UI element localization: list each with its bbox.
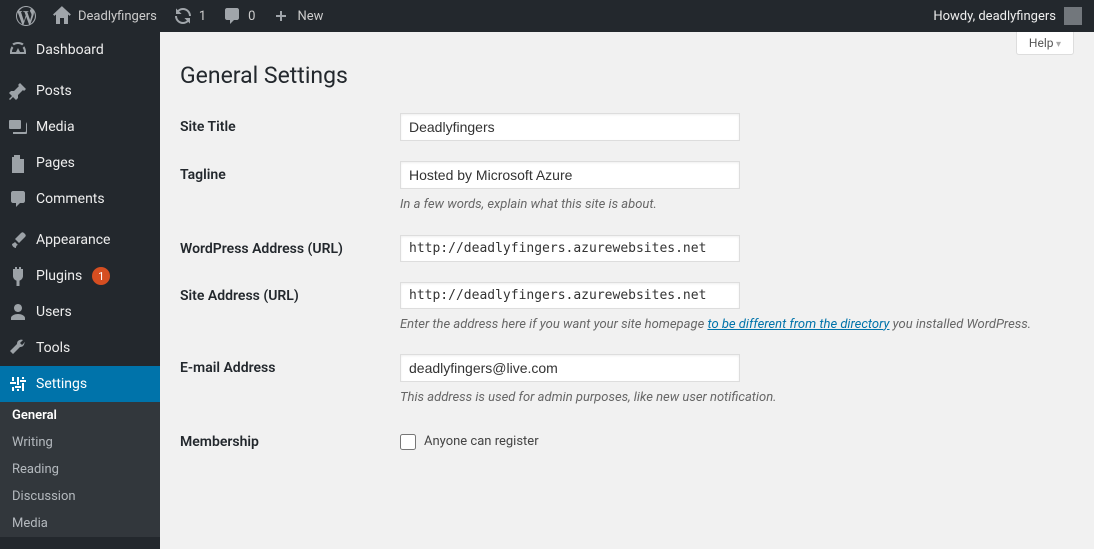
home-icon <box>52 6 72 26</box>
wp-logo[interactable] <box>8 0 44 32</box>
plus-icon <box>271 6 291 26</box>
sidebar-item-dashboard[interactable]: Dashboard <box>0 32 160 68</box>
new-content-link[interactable]: New <box>263 0 331 32</box>
sidebar-item-comments[interactable]: Comments <box>0 181 160 217</box>
submenu-writing[interactable]: Writing <box>0 429 160 456</box>
sliders-icon <box>8 374 28 394</box>
checkbox-label-register: Anyone can register <box>424 434 539 449</box>
input-site-url[interactable] <box>400 282 740 309</box>
sidebar-item-media[interactable]: Media <box>0 109 160 145</box>
site-name: Deadlyfingers <box>78 9 157 24</box>
submenu-media[interactable]: Media <box>0 510 160 537</box>
input-tagline[interactable] <box>400 161 740 189</box>
comments-link[interactable]: 0 <box>214 0 263 32</box>
wrench-icon <box>8 338 28 358</box>
sidebar-item-posts[interactable]: Posts <box>0 73 160 109</box>
settings-submenu: General Writing Reading Discussion Media <box>0 402 160 537</box>
label-email: E-mail Address <box>180 354 400 376</box>
sidebar-item-users[interactable]: Users <box>0 294 160 330</box>
comments-count: 0 <box>248 9 255 24</box>
updates-link[interactable]: 1 <box>165 0 214 32</box>
sidebar-item-settings[interactable]: Settings <box>0 366 160 402</box>
label-tagline: Tagline <box>180 161 400 183</box>
site-home-link[interactable]: Deadlyfingers <box>44 0 165 32</box>
label-site-title: Site Title <box>180 113 400 135</box>
admin-bar: Deadlyfingers 1 0 New Howdy, deadlyfinge… <box>0 0 1094 32</box>
pin-icon <box>8 81 28 101</box>
new-label: New <box>297 9 323 24</box>
help-tab[interactable]: Help <box>1016 32 1074 55</box>
refresh-icon <box>173 6 193 26</box>
submenu-reading[interactable]: Reading <box>0 456 160 483</box>
brush-icon <box>8 230 28 250</box>
plugin-icon <box>8 266 28 286</box>
input-wp-url[interactable] <box>400 235 740 262</box>
comment-icon <box>8 189 28 209</box>
avatar[interactable] <box>1064 7 1082 25</box>
label-membership: Membership <box>180 428 400 450</box>
updates-count: 1 <box>199 9 206 24</box>
sidebar-item-pages[interactable]: Pages <box>0 145 160 181</box>
link-diff-directory[interactable]: to be different from the directory <box>707 317 889 332</box>
sidebar-item-appearance[interactable]: Appearance <box>0 222 160 258</box>
submenu-discussion[interactable]: Discussion <box>0 483 160 510</box>
input-site-title[interactable] <box>400 113 740 141</box>
page-title: General Settings <box>180 62 1074 89</box>
checkbox-anyone-register[interactable] <box>400 434 416 450</box>
comment-icon <box>222 6 242 26</box>
user-icon <box>8 302 28 322</box>
plugins-update-badge: 1 <box>92 267 110 285</box>
media-icon <box>8 117 28 137</box>
howdy-text[interactable]: Howdy, deadlyfingers <box>933 9 1056 24</box>
content-area: Help General Settings Site Title Tagline… <box>160 32 1094 549</box>
admin-sidebar: Dashboard Posts Media Pages Comments App… <box>0 32 160 549</box>
desc-tagline: In a few words, explain what this site i… <box>400 195 1074 215</box>
label-site-url: Site Address (URL) <box>180 282 400 304</box>
desc-site-url: Enter the address here if you want your … <box>400 315 1074 335</box>
label-wp-url: WordPress Address (URL) <box>180 235 400 257</box>
input-email[interactable] <box>400 354 740 382</box>
sidebar-item-tools[interactable]: Tools <box>0 330 160 366</box>
page-icon <box>8 153 28 173</box>
submenu-general[interactable]: General <box>0 402 160 429</box>
sidebar-item-plugins[interactable]: Plugins 1 <box>0 258 160 294</box>
dashboard-icon <box>8 40 28 60</box>
desc-email: This address is used for admin purposes,… <box>400 388 1074 408</box>
